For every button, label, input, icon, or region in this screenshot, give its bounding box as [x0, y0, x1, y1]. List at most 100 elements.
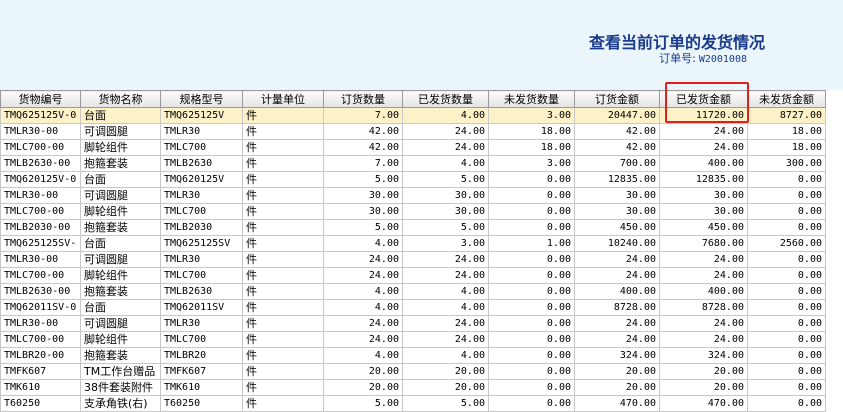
- column-order-amount-header[interactable]: 订货金额: [574, 90, 660, 108]
- column-unshipped-qty-header[interactable]: 未发货数量: [488, 90, 575, 108]
- item-code-cell: TMLR30-00: [0, 187, 81, 204]
- table-row[interactable]: TMQ620125V-0 台面 TMQ620125V 件 5.00 5.00 0.00 128…: [0, 171, 826, 188]
- shipped-qty-cell: 4.00: [402, 283, 489, 300]
- shipped-qty-cell: 4.00: [402, 299, 489, 316]
- item-code-cell: TMK610: [0, 379, 81, 396]
- item-name-cell: 抱箍套装: [80, 219, 161, 236]
- unit-cell: 件: [242, 251, 324, 268]
- unshipped-qty-cell: 0.00: [488, 363, 575, 380]
- order-qty-cell: 30.00: [323, 187, 403, 204]
- unshipped-amount-cell: 0.00: [747, 299, 826, 316]
- item-code-cell: TMFK607: [0, 363, 81, 380]
- order-amount-cell: 470.00: [574, 395, 660, 412]
- unshipped-amount-cell: 0.00: [747, 331, 826, 348]
- shipped-amount-cell: 7680.00: [659, 235, 748, 252]
- table-row[interactable]: TMLC700-00 脚轮组件 TMLC700 件 42.00 24.00 18.00 42.…: [0, 139, 826, 156]
- shipment-table: 货物编号 货物名称 规格型号 计量单位 订货数量 已发货数量 未发货数量 订货金额 已发货金额未…: [0, 90, 826, 412]
- column-unshipped-amount-header[interactable]: 未发货金额: [747, 90, 826, 108]
- column-item-name-header[interactable]: 货物名称: [80, 90, 161, 108]
- shipped-amount-cell: 12835.00: [659, 171, 748, 188]
- column-unit-header[interactable]: 计量单位: [242, 90, 324, 108]
- table-row[interactable]: TMLB2630-00 抱箍套装 TMLB2630 件 7.00 4.00 3.00 700.…: [0, 155, 826, 172]
- table-body: TMQ625125V-0 台面 TMQ625125V 件 7.00 4.00 3.00 204…: [0, 107, 826, 412]
- item-code-cell: TMLR30-00: [0, 315, 81, 332]
- spec-model-cell: TMLC700: [160, 203, 243, 220]
- order-amount-cell: 400.00: [574, 283, 660, 300]
- spec-model-cell: TMLB2030: [160, 219, 243, 236]
- shipped-amount-cell: 11720.00: [659, 107, 748, 124]
- order-qty-cell: 5.00: [323, 171, 403, 188]
- table-row[interactable]: TMLB2630-00 抱箍套装 TMLB2630 件 4.00 4.00 0.00 400.…: [0, 283, 826, 300]
- order-qty-cell: 24.00: [323, 331, 403, 348]
- order-qty-cell: 4.00: [323, 347, 403, 364]
- shipped-qty-cell: 3.00: [402, 235, 489, 252]
- unshipped-qty-cell: 0.00: [488, 251, 575, 268]
- shipped-amount-cell: 24.00: [659, 123, 748, 140]
- shipped-qty-cell: 20.00: [402, 379, 489, 396]
- order-qty-cell: 5.00: [323, 395, 403, 412]
- unshipped-qty-cell: 18.00: [488, 139, 575, 156]
- spec-model-cell: TMLBR20: [160, 347, 243, 364]
- table-row[interactable]: TMLC700-00 脚轮组件 TMLC700 件 24.00 24.00 0.00 24.0…: [0, 267, 826, 284]
- unit-cell: 件: [242, 123, 324, 140]
- shipment-grid[interactable]: 货物编号 货物名称 规格型号 计量单位 订货数量 已发货数量 未发货数量 订货金额 已发货金额未…: [0, 90, 843, 412]
- table-row[interactable]: TMFK607 TM工作台赠品 TMFK607 件 20.00 20.00 0.00 20.0…: [0, 363, 826, 380]
- item-code-cell: TMLR30-00: [0, 123, 81, 140]
- table-row[interactable]: TMQ625125SV- 台面 TMQ625125SV 件 4.00 3.00 1.00 10…: [0, 235, 826, 252]
- spec-model-cell: TMQ625125SV: [160, 235, 243, 252]
- item-code-cell: T60250: [0, 395, 81, 412]
- item-name-cell: 台面: [80, 235, 161, 252]
- item-code-cell: TMLBR20-00: [0, 347, 81, 364]
- column-item-code-header[interactable]: 货物编号: [0, 90, 81, 108]
- shipped-qty-cell: 30.00: [402, 203, 489, 220]
- table-row[interactable]: T60250 支承角铁(右) T60250 件 5.00 5.00 0.00 470.00 47…: [0, 395, 826, 412]
- table-row[interactable]: TMLB2030-00 抱箍套装 TMLB2030 件 5.00 5.00 0.00 450.…: [0, 219, 826, 236]
- order-amount-cell: 8728.00: [574, 299, 660, 316]
- unshipped-qty-cell: 0.00: [488, 283, 575, 300]
- order-amount-cell: 324.00: [574, 347, 660, 364]
- table-row[interactable]: TMLR30-00 可调圆腿 TMLR30 件 24.00 24.00 0.00 24.00 2…: [0, 315, 826, 332]
- table-row[interactable]: TMQ62011SV-0 台面 TMQ62011SV 件 4.00 4.00 0.00 872…: [0, 299, 826, 316]
- unshipped-qty-cell: 1.00: [488, 235, 575, 252]
- unit-cell: 件: [242, 267, 324, 284]
- order-amount-cell: 42.00: [574, 123, 660, 140]
- order-number-value: W2001008: [698, 54, 747, 65]
- shipped-amount-cell: 24.00: [659, 139, 748, 156]
- shipped-amount-cell: 8728.00: [659, 299, 748, 316]
- shipped-qty-cell: 24.00: [402, 331, 489, 348]
- order-qty-cell: 24.00: [323, 251, 403, 268]
- unshipped-qty-cell: 0.00: [488, 331, 575, 348]
- item-code-cell: TMLC700-00: [0, 331, 81, 348]
- table-row[interactable]: TMLR30-00 可调圆腿 TMLR30 件 24.00 24.00 0.00 24.00 2…: [0, 251, 826, 268]
- order-amount-cell: 700.00: [574, 155, 660, 172]
- unshipped-amount-cell: 0.00: [747, 347, 826, 364]
- shipped-qty-cell: 5.00: [402, 171, 489, 188]
- shipped-amount-cell: 324.00: [659, 347, 748, 364]
- column-order-qty-header[interactable]: 订货数量: [323, 90, 403, 108]
- order-qty-cell: 4.00: [323, 283, 403, 300]
- shipped-amount-cell: 400.00: [659, 283, 748, 300]
- column-shipped-amount-header[interactable]: 已发货金额: [659, 90, 748, 108]
- table-row[interactable]: TMLC700-00 脚轮组件 TMLC700 件 24.00 24.00 0.00 24.0…: [0, 331, 826, 348]
- unshipped-qty-cell: 0.00: [488, 187, 575, 204]
- unshipped-qty-cell: 0.00: [488, 203, 575, 220]
- table-header-row: 货物编号 货物名称 规格型号 计量单位 订货数量 已发货数量 未发货数量 订货金额 已发货金额未…: [0, 90, 826, 108]
- shipped-qty-cell: 24.00: [402, 123, 489, 140]
- item-name-cell: 台面: [80, 171, 161, 188]
- unshipped-amount-cell: 0.00: [747, 267, 826, 284]
- shipped-amount-cell: 24.00: [659, 315, 748, 332]
- table-row[interactable]: TMLC700-00 脚轮组件 TMLC700 件 30.00 30.00 0.00 30.0…: [0, 203, 826, 220]
- unshipped-amount-cell: 0.00: [747, 219, 826, 236]
- item-name-cell: 抱箍套装: [80, 283, 161, 300]
- table-row[interactable]: TMK610 38件套装附件 TMK610 件 20.00 20.00 0.00 20.00 2…: [0, 379, 826, 396]
- table-row[interactable]: TMLBR20-00 抱箍套装 TMLBR20 件 4.00 4.00 0.00 324.00…: [0, 347, 826, 364]
- table-row[interactable]: TMLR30-00 可调圆腿 TMLR30 件 30.00 30.00 0.00 30.00 3…: [0, 187, 826, 204]
- item-code-cell: TMLB2030-00: [0, 219, 81, 236]
- table-row[interactable]: TMLR30-00 可调圆腿 TMLR30 件 42.00 24.00 18.00 42.00…: [0, 123, 826, 140]
- column-shipped-qty-header[interactable]: 已发货数量: [402, 90, 489, 108]
- table-row[interactable]: TMQ625125V-0 台面 TMQ625125V 件 7.00 4.00 3.00 204…: [0, 107, 826, 124]
- column-spec-model-header[interactable]: 规格型号: [160, 90, 243, 108]
- unit-cell: 件: [242, 171, 324, 188]
- unit-cell: 件: [242, 219, 324, 236]
- item-name-cell: 可调圆腿: [80, 187, 161, 204]
